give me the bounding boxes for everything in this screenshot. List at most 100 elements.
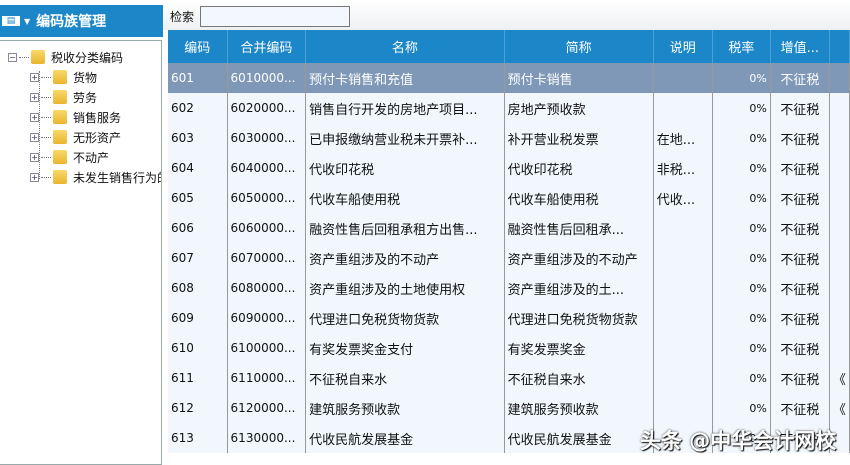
table-cell (829, 153, 850, 183)
expand-icon[interactable]: + (30, 112, 39, 122)
table-cell: 6020000... (227, 93, 307, 123)
table-cell: 房地产预收款 (504, 93, 654, 123)
table-cell: 6070000... (227, 243, 307, 273)
column-header[interactable]: 说明 (653, 30, 713, 63)
expand-icon[interactable]: + (30, 72, 39, 82)
table-cell: 6010000... (227, 63, 307, 93)
table-row[interactable]: 609 6090000... 代理进口免税货物货款 代理进口免税货物货款 0% 不征税 (168, 303, 850, 333)
column-header[interactable] (829, 30, 850, 63)
table-cell (829, 63, 850, 93)
column-header[interactable]: 名称 (305, 30, 505, 63)
table-cell: 代收印花税 (305, 153, 505, 183)
column-header[interactable]: 编码 (168, 30, 228, 63)
search-input[interactable] (200, 6, 351, 27)
tree-root[interactable]: − 税收分类编码 (8, 47, 123, 67)
table-cell (829, 303, 850, 333)
table-cell: 610 (168, 333, 228, 363)
table-cell: 代收民航发展基金 (305, 423, 505, 453)
tree-node[interactable]: + 销售服务 (30, 107, 121, 127)
table-cell: 0% (712, 243, 771, 273)
column-header[interactable]: 简称 (504, 30, 654, 63)
expand-icon[interactable]: + (30, 92, 39, 102)
table-cell: 609 (168, 303, 228, 333)
table-cell: 不征税自来水 (504, 363, 654, 393)
tree-node[interactable]: + 未发生销售行为的 (30, 167, 161, 187)
expand-icon[interactable]: + (30, 172, 39, 182)
folder-icon (31, 50, 45, 64)
table-cell: 资产重组涉及的不动产 (305, 243, 505, 273)
table-cell (653, 273, 713, 303)
table-cell: 代收印花税 (504, 153, 654, 183)
table-cell: 代收车船使用税 (305, 183, 505, 213)
folder-icon (53, 90, 67, 104)
table-cell: 有奖发票奖金支付 (305, 333, 505, 363)
table-row[interactable]: 611 6110000... 不征税自来水 不征税自来水 0% 不征税《 (168, 363, 850, 393)
table-cell: 有奖发票奖金 (504, 333, 654, 363)
watermark: 头条 @中华会计网校 (640, 429, 837, 453)
table-row[interactable]: 601 6010000... 预付卡销售和充值 预付卡销售 0% 不征税 (168, 63, 850, 93)
table-cell: 0% (712, 63, 771, 93)
chevron-down-icon[interactable]: ▼ (24, 17, 30, 26)
table-row[interactable]: 606 6060000... 融资性售后回租承租方出售... 融资性售后回租承... 0… (168, 213, 850, 243)
search-label: 检索 (170, 10, 195, 24)
table-row[interactable]: 610 6100000... 有奖发票奖金支付 有奖发票奖金 0% 不征税 (168, 333, 850, 363)
table-cell (829, 93, 850, 123)
collapse-icon[interactable]: − (8, 52, 17, 62)
table-cell: 0% (712, 393, 771, 423)
expand-icon[interactable]: + (30, 152, 39, 162)
table-cell: 0% (712, 183, 771, 213)
table-cell: 0% (712, 273, 771, 303)
table-row[interactable]: 608 6080000... 资产重组涉及的土地使用权 资产重组涉及的土... 0% 不征… (168, 273, 850, 303)
table-cell: 612 (168, 393, 228, 423)
table-cell: 6080000... (227, 273, 307, 303)
folder-icon (53, 170, 67, 184)
table-row[interactable]: 605 6050000... 代收车船使用税 代收车船使用税 代收... 0% 不征税 (168, 183, 850, 213)
table-cell: 销售自行开发的房地产项目... (305, 93, 505, 123)
table-cell (829, 213, 850, 243)
table-cell: 601 (168, 63, 228, 93)
table-cell: 6110000... (227, 363, 307, 393)
table-cell: 已申报缴纳营业税未开票补... (305, 123, 505, 153)
tree-node[interactable]: + 货物 (30, 67, 97, 87)
table-cell: 不征税 (770, 243, 830, 273)
table-row[interactable]: 602 6020000... 销售自行开发的房地产项目... 房地产预收款 0% 不征税 (168, 93, 850, 123)
column-header[interactable]: 税率 (712, 30, 771, 63)
table-cell: 代收民航发展基金 (504, 423, 654, 453)
tree-node[interactable]: + 无形资产 (30, 127, 121, 147)
expand-icon[interactable]: + (30, 132, 39, 142)
column-header[interactable]: 合并编码 (227, 30, 307, 63)
tree-label: 劳务 (73, 90, 98, 105)
table-cell (653, 393, 713, 423)
search-bar: 检索 (170, 6, 351, 27)
table-cell (653, 303, 713, 333)
table-cell: 6040000... (227, 153, 307, 183)
menu-icon[interactable]: ▤ (0, 14, 22, 28)
panel-header: ▤ ▼ 编码族管理 (0, 5, 163, 37)
table-cell: 6100000... (227, 333, 307, 363)
table-cell: 6030000... (227, 123, 307, 153)
table-row[interactable]: 612 6120000... 建筑服务预收款 建筑服务预收款 0% 不征税《 (168, 393, 850, 423)
table-cell: 不征税 (770, 363, 830, 393)
table-cell (829, 183, 850, 213)
tree-node[interactable]: + 劳务 (30, 87, 97, 107)
table-cell: 0% (712, 153, 771, 183)
table-cell: 0% (712, 123, 771, 153)
table-row[interactable]: 604 6040000... 代收印花税 代收印花税 非税... 0% 不征税 (168, 153, 850, 183)
folder-icon (53, 110, 67, 124)
table-cell: 0% (712, 213, 771, 243)
table-row[interactable]: 603 6030000... 已申报缴纳营业税未开票补... 补开营业税发票 在地...… (168, 123, 850, 153)
table-row[interactable]: 607 6070000... 资产重组涉及的不动产 资产重组涉及的不动产 0% 不征税 (168, 243, 850, 273)
table-cell: 《 (829, 393, 850, 423)
table-cell: 605 (168, 183, 228, 213)
table-cell (829, 243, 850, 273)
table-cell: 不征税 (770, 153, 830, 183)
table-cell: 608 (168, 273, 228, 303)
table-cell: 融资性售后回租承... (504, 213, 654, 243)
column-header[interactable]: 增值... (770, 30, 830, 63)
table-cell: 非税... (653, 153, 713, 183)
tree-node[interactable]: + 不动产 (30, 147, 109, 167)
table-cell: 资产重组涉及的土地使用权 (305, 273, 505, 303)
table-cell: 融资性售后回租承租方出售... (305, 213, 505, 243)
table-cell: 604 (168, 153, 228, 183)
table-cell: 建筑服务预收款 (305, 393, 505, 423)
